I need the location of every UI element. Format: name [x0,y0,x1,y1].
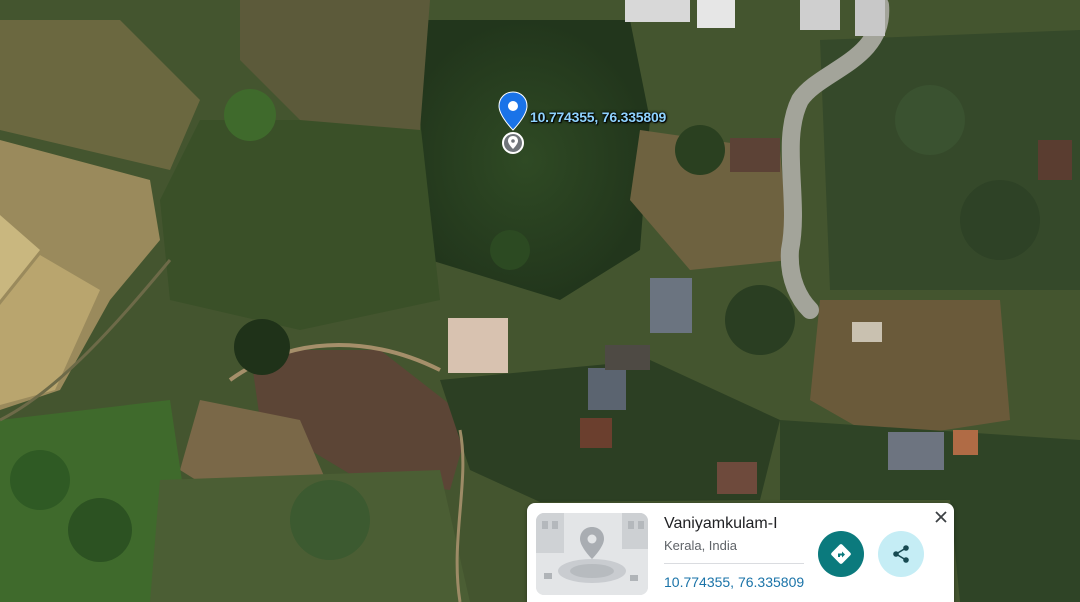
place-info-card: Vaniyamkulam-I Kerala, India 10.774355, … [527,503,954,602]
directions-button[interactable] [818,531,864,577]
directions-icon [831,544,851,564]
close-icon [935,511,947,523]
place-name: Vaniyamkulam-I [664,515,778,532]
close-button[interactable] [931,507,951,527]
location-pin[interactable] [496,90,530,156]
street-view-placeholder-icon [536,513,648,595]
map-coordinate-label: 10.774355, 76.335809 [530,109,667,125]
place-region: Kerala, India [664,538,737,553]
share-button[interactable] [878,531,924,577]
map-pin-icon [498,91,528,154]
place-coordinates[interactable]: 10.774355, 76.335809 [664,574,804,590]
share-icon [893,545,909,563]
place-photo[interactable] [536,513,648,595]
divider [664,563,804,564]
